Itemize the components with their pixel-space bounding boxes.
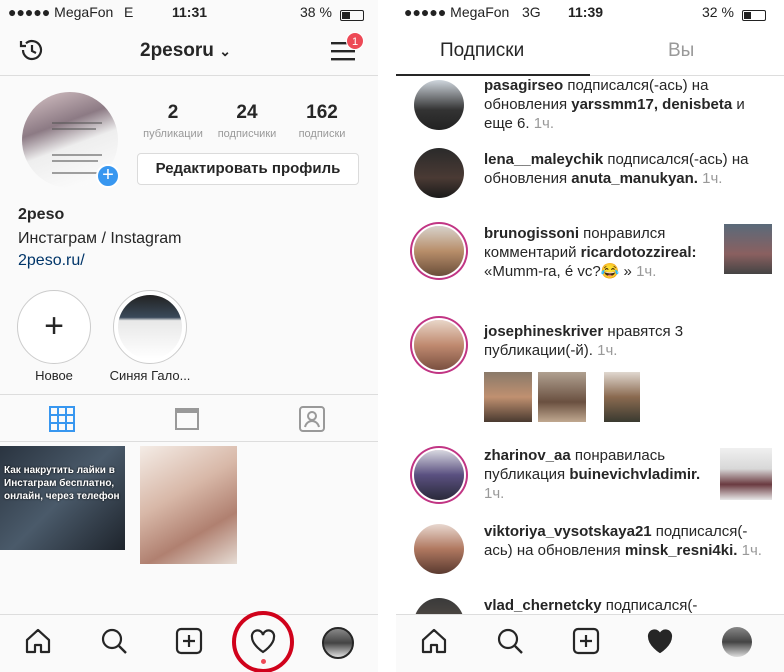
post-caption-overlay: Как накрутить лайки в Инстаграм бесплатн…: [4, 465, 120, 502]
search-icon[interactable]: [496, 627, 524, 655]
bottom-nav: [396, 614, 784, 672]
heart-activity-icon[interactable]: [249, 627, 277, 655]
highlight-new[interactable]: +: [17, 290, 91, 364]
list-item[interactable]: brunogissoni понравился комментарий rica…: [414, 222, 774, 306]
search-icon[interactable]: [100, 627, 128, 655]
battery-level: 32 %: [702, 4, 734, 20]
feed-username[interactable]: pasagirseo: [484, 77, 563, 94]
profile-screen: ●●●●● MegaFon E 11:31 38 % 2pesoru ⌄ 1 +…: [0, 0, 378, 672]
add-post-icon[interactable]: [572, 627, 600, 655]
status-bar: ●●●●● MegaFon 3G 11:39 32 %: [396, 0, 784, 24]
username-switcher[interactable]: 2pesoru ⌄: [140, 40, 231, 62]
profile-tab-avatar[interactable]: [322, 627, 354, 659]
feed-text: josephineskriver нравятся 3 публикации(-…: [484, 323, 684, 359]
post-thumbnail[interactable]: [538, 372, 586, 422]
post-thumbnail[interactable]: [720, 448, 772, 500]
list-item[interactable]: pasagirseo подписался(-ась) на обновлени…: [414, 77, 774, 134]
avatar[interactable]: [414, 226, 464, 276]
profile-bio: Инстаграм / Instagram: [18, 230, 182, 247]
list-item[interactable]: lena__maleychik подписался(-ась) на обно…: [414, 148, 774, 204]
feed-text: brunogissoni понравился комментарий rica…: [484, 225, 697, 280]
post-thumbnail[interactable]: [724, 224, 772, 274]
profile-link[interactable]: 2peso.ru/: [18, 252, 85, 270]
time: 11:39: [568, 4, 604, 20]
feed-username[interactable]: viktoriya_vysotskaya21: [484, 523, 652, 540]
add-story-plus-icon[interactable]: +: [96, 164, 120, 188]
highlight-cover: [118, 295, 182, 359]
carrier: ●●●●● MegaFon: [8, 4, 114, 20]
avatar[interactable]: [414, 80, 464, 130]
feed-username[interactable]: brunogissoni: [484, 225, 579, 242]
list-item[interactable]: zharinov_aa понравилась публикация buine…: [414, 444, 774, 510]
network: E: [124, 4, 134, 20]
tab-following[interactable]: Подписки: [440, 40, 524, 62]
archive-history-icon[interactable]: [18, 36, 46, 64]
notification-badge: 1: [346, 32, 364, 50]
profile-view-tabs: [0, 394, 378, 442]
post-thumbnail-1[interactable]: Как накрутить лайки в Инстаграм бесплатн…: [0, 446, 125, 550]
activity-dot: [261, 659, 266, 664]
status-bar: ●●●●● MegaFon E 11:31 38 %: [0, 0, 378, 24]
list-item[interactable]: vlad_chernetcky подписался(-: [414, 596, 774, 648]
list-item[interactable]: josephineskriver нравятся 3 публикации(-…: [414, 320, 774, 430]
time: 11:31: [172, 4, 208, 20]
activity-tabs: Подписки Вы: [396, 24, 784, 76]
post-thumbnail[interactable]: [484, 372, 532, 422]
grid-view-icon[interactable]: [48, 405, 76, 433]
divider: [378, 0, 396, 672]
post-thumbnail[interactable]: [604, 372, 640, 422]
edit-profile-button[interactable]: Редактировать профиль: [137, 153, 359, 185]
plus-icon: +: [44, 307, 64, 345]
following-count[interactable]: 162: [282, 102, 362, 124]
avatar[interactable]: [414, 320, 464, 370]
following-label: подписки: [298, 128, 346, 140]
feed-text: pasagirseo подписался(-ась) на обновлени…: [484, 77, 745, 132]
feed-username[interactable]: zharinov_aa: [484, 447, 571, 464]
carrier: ●●●●● MegaFon: [404, 4, 510, 20]
list-item[interactable]: viktoriya_vysotskaya21 подписался(-ась) …: [414, 522, 774, 582]
home-icon[interactable]: [24, 627, 52, 655]
chevron-down-icon: ⌄: [219, 43, 231, 59]
feed-text: zharinov_aa понравилась публикация buine…: [484, 447, 701, 502]
feed-username[interactable]: vlad_chernetcky: [484, 597, 602, 614]
feed-text: viktoriya_vysotskaya21 подписался(-ась) …: [484, 523, 762, 559]
avatar[interactable]: [414, 524, 464, 574]
highlight-new-label: Новое: [35, 368, 73, 383]
highlight-blue[interactable]: [113, 290, 187, 364]
avatar[interactable]: [414, 148, 464, 198]
post-thumbnail-2[interactable]: [140, 446, 237, 564]
feed-view-icon[interactable]: [174, 405, 200, 433]
tagged-icon[interactable]: [298, 405, 326, 433]
tab-you[interactable]: Вы: [668, 40, 694, 62]
feed-username[interactable]: josephineskriver: [484, 323, 603, 340]
posts-label: публикации: [143, 128, 203, 140]
feed-username[interactable]: lena__maleychik: [484, 151, 603, 168]
username: 2pesoru: [140, 40, 214, 61]
profile-tab-avatar[interactable]: [722, 627, 752, 657]
feed-text: vlad_chernetcky подписался(-: [484, 597, 698, 614]
profile-header: 2pesoru ⌄ 1: [0, 24, 378, 76]
add-post-icon[interactable]: [175, 627, 203, 655]
home-icon[interactable]: [420, 627, 448, 655]
highlight-blue-label: Синяя Гало...: [109, 368, 191, 383]
battery-level: 38 %: [300, 4, 332, 20]
profile-name: 2peso: [18, 206, 65, 223]
bottom-nav: [0, 611, 378, 672]
network: 3G: [522, 4, 541, 20]
activity-screen: ●●●●● MegaFon 3G 11:39 32 % Подписки Вы …: [396, 0, 784, 672]
followers-count[interactable]: 24: [207, 102, 287, 124]
heart-activity-icon[interactable]: [646, 627, 674, 655]
posts-count: 2: [167, 102, 179, 123]
followers-label: подписчики: [217, 128, 277, 140]
feed-text: lena__maleychik подписался(-ась) на обно…: [484, 151, 749, 187]
avatar[interactable]: [414, 450, 464, 500]
